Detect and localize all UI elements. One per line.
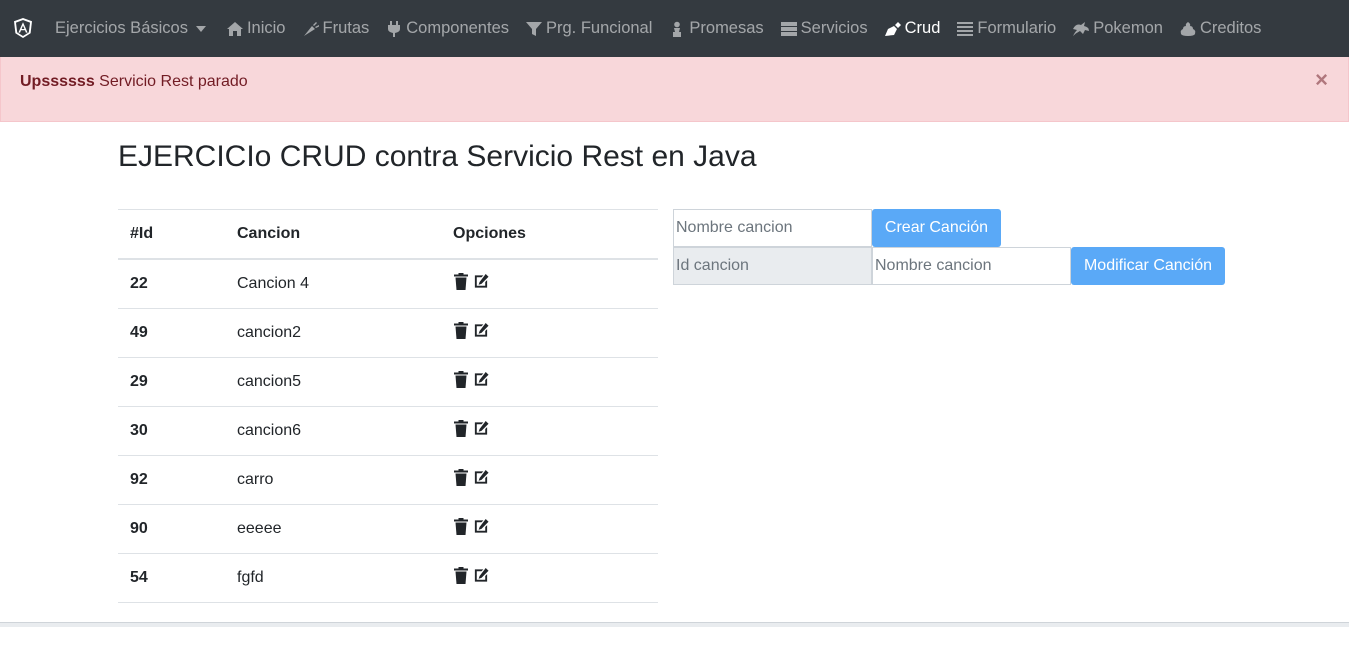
page-title: EJERCICIo CRUD contra Servicio Rest en J…: [118, 140, 757, 174]
nav-item-componentes[interactable]: Componentes: [385, 19, 509, 38]
create-song-name-input[interactable]: [673, 209, 872, 247]
modify-song-id-input[interactable]: [673, 247, 872, 285]
row-id: 30: [118, 407, 225, 456]
caret-down-icon: [196, 26, 206, 32]
edit-icon[interactable]: [473, 420, 489, 437]
nav-item-creditos[interactable]: Creditos: [1179, 19, 1261, 38]
table-row: 29cancion5: [118, 358, 658, 407]
error-alert: Upssssss Servicio Rest parado ×: [0, 57, 1349, 122]
row-options: [441, 554, 658, 603]
row-options: [441, 259, 658, 309]
nav-item-label: Pokemon: [1093, 19, 1163, 38]
nav-item-pokemon[interactable]: Pokemon: [1072, 19, 1163, 38]
nav-item-label: Servicios: [801, 19, 868, 38]
row-id: 29: [118, 358, 225, 407]
nav-dropdown-label: Ejercicios Básicos: [55, 19, 188, 38]
row-song-name: carro: [225, 456, 441, 505]
pen-nib-icon: [884, 21, 902, 37]
modify-song-button[interactable]: Modificar Canción: [1071, 247, 1225, 285]
home-icon: [226, 21, 244, 37]
list-icon: [956, 21, 974, 37]
trash-icon[interactable]: [453, 469, 469, 486]
edit-icon[interactable]: [473, 518, 489, 535]
chess-pawn-icon: [668, 21, 686, 37]
nav-item-label: Promesas: [689, 19, 763, 38]
row-options: [441, 358, 658, 407]
angular-logo-icon[interactable]: [14, 18, 32, 38]
row-song-name: Cancion 4: [225, 259, 441, 309]
trash-icon[interactable]: [453, 420, 469, 437]
row-id: 90: [118, 505, 225, 554]
alert-message-container: Upssssss Servicio Rest parado: [20, 73, 248, 91]
edit-icon[interactable]: [473, 469, 489, 486]
row-song-name: cancion2: [225, 309, 441, 358]
row-song-name: cancion6: [225, 407, 441, 456]
trash-icon[interactable]: [453, 273, 469, 290]
plug-icon: [385, 21, 403, 37]
nav-dropdown-ejercicios[interactable]: Ejercicios Básicos: [55, 19, 210, 38]
navbar: Ejercicios Básicos Inicio Frutas Compone…: [0, 0, 1349, 57]
carrot-icon: [302, 21, 320, 37]
nav-item-promesas[interactable]: Promesas: [668, 19, 763, 38]
row-id: 92: [118, 456, 225, 505]
row-song-name: fgfd: [225, 554, 441, 603]
table-row: 90eeeee: [118, 505, 658, 554]
create-song-button[interactable]: Crear Canción: [872, 209, 1001, 247]
nav-item-frutas[interactable]: Frutas: [302, 19, 370, 38]
trash-icon[interactable]: [453, 322, 469, 339]
close-icon[interactable]: ×: [1315, 69, 1328, 91]
nav-item-label: Componentes: [406, 19, 509, 38]
trash-icon[interactable]: [453, 518, 469, 535]
table-row: 92carro: [118, 456, 658, 505]
row-id: 49: [118, 309, 225, 358]
alert-strong: Upssssss: [20, 73, 95, 90]
row-options: [441, 407, 658, 456]
row-options: [441, 456, 658, 505]
alert-message: Servicio Rest parado: [95, 73, 248, 90]
nav-item-label: Frutas: [323, 19, 370, 38]
table-row: 54fgfd: [118, 554, 658, 603]
trash-icon[interactable]: [453, 371, 469, 388]
trash-icon[interactable]: [453, 567, 469, 584]
nav-item-label: Formulario: [977, 19, 1056, 38]
row-options: [441, 309, 658, 358]
edit-icon[interactable]: [473, 273, 489, 290]
nav-item-servicios[interactable]: Servicios: [780, 19, 868, 38]
filter-icon: [525, 21, 543, 37]
row-id: 22: [118, 259, 225, 309]
table-body: 22Cancion 449cancion229cancion530cancion…: [118, 259, 658, 651]
window-bottom-border: [0, 622, 1349, 627]
nav-item-label: Creditos: [1200, 19, 1261, 38]
server-icon: [780, 21, 798, 37]
nav-item-label: Crud: [905, 19, 941, 38]
table-row: 30cancion6: [118, 407, 658, 456]
table-row: 49cancion2: [118, 309, 658, 358]
nav-item-formulario[interactable]: Formulario: [956, 19, 1056, 38]
edit-icon[interactable]: [473, 567, 489, 584]
nav-item-label: Inicio: [247, 19, 286, 38]
row-id: 54: [118, 554, 225, 603]
column-header-opciones: Opciones: [441, 210, 658, 260]
nav-item-crud[interactable]: Crud: [884, 19, 941, 38]
table-row: 22Cancion 4: [118, 259, 658, 309]
nav-item-inicio[interactable]: Inicio: [226, 19, 286, 38]
edit-icon[interactable]: [473, 322, 489, 339]
nav-item-label: Prg. Funcional: [546, 19, 652, 38]
table-header-row: #Id Cancion Opciones: [118, 210, 658, 260]
row-options: [441, 505, 658, 554]
poo-icon: [1179, 21, 1197, 37]
column-header-id: #Id: [118, 210, 225, 260]
row-song-name: eeeee: [225, 505, 441, 554]
nav-item-prg-funcional[interactable]: Prg. Funcional: [525, 19, 652, 38]
modify-song-name-input[interactable]: [872, 247, 1071, 285]
row-song-name: cancion5: [225, 358, 441, 407]
songs-table: #Id Cancion Opciones 22Cancion 449cancio…: [118, 209, 658, 651]
edit-icon[interactable]: [473, 371, 489, 388]
column-header-cancion: Cancion: [225, 210, 441, 260]
dragon-icon: [1072, 21, 1090, 37]
